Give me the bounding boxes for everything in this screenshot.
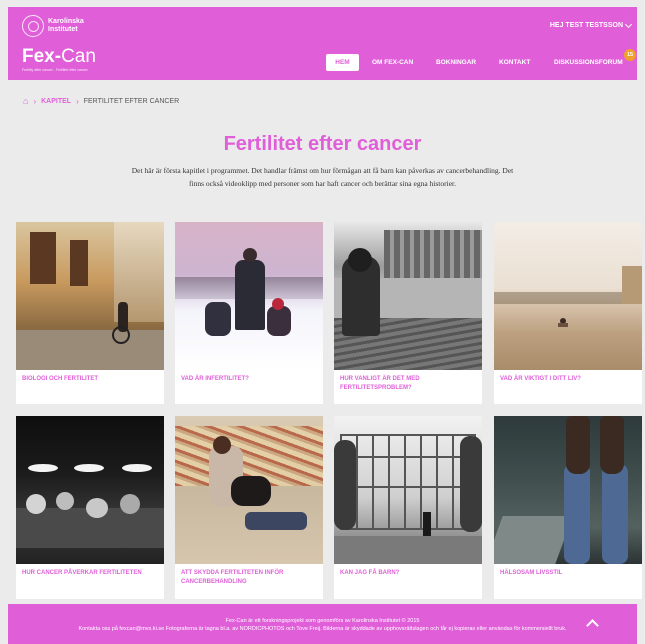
karolinska-seal-icon [22, 15, 44, 37]
chapter-card[interactable]: VAD ÄR INFERTILITET? [175, 222, 323, 404]
card-label: VAD ÄR VIKTIGT I DITT LIV? [500, 376, 581, 382]
card-label: VAD ÄR INFERTILITET? [181, 376, 249, 382]
notification-badge[interactable]: 15 [624, 49, 636, 61]
breadcrumb: ⌂ › KAPITEL › FERTILITET EFTER CANCER [23, 96, 179, 106]
nav-bokningar[interactable]: BOKNINGAR [436, 54, 476, 71]
chevron-right-icon: › [33, 96, 37, 106]
card-image [494, 222, 642, 370]
card-image [16, 222, 164, 370]
card-image [175, 222, 323, 370]
card-image [334, 222, 482, 370]
chapter-card[interactable]: BIOLOGI OCH FERTILITET [16, 222, 164, 404]
card-image [334, 416, 482, 564]
karolinska-logo[interactable]: Karolinska Institutet [22, 15, 84, 37]
chapter-card[interactable]: VAD ÄR VIKTIGT I DITT LIV? [494, 222, 642, 404]
ki-name-line2: Institutet [48, 26, 78, 33]
card-label: ATT SKYDDA FERTILITETEN INFÖR CANCERBEHA… [181, 570, 284, 585]
home-icon[interactable]: ⌂ [23, 96, 28, 106]
brand-name-bold: Fex- [22, 46, 62, 67]
card-label: HUR VANLIGT ÄR DET MED FERTILITETSPROBLE… [340, 376, 420, 391]
nav-kontakt[interactable]: KONTAKT [499, 54, 530, 71]
nav-om-fexcan[interactable]: OM FEX-CAN [372, 54, 413, 71]
breadcrumb-kapitel[interactable]: KAPITEL [41, 98, 71, 105]
site-footer: Fex-Can är ett forskningsprojekt som gen… [8, 604, 637, 644]
footer-line1: Fex-Can är ett forskningsprojekt som gen… [225, 618, 420, 624]
intro-text: Det här är första kapitlet i programmet.… [131, 166, 514, 188]
card-image [494, 416, 642, 564]
nav-hem[interactable]: HEM [326, 54, 359, 71]
chapter-card[interactable]: HUR CANCER PÅVERKAR FERTILITETEN [16, 416, 164, 599]
user-name: HEJ TEST TESTSSON [549, 22, 623, 29]
chapter-card[interactable]: KAN JAG FÅ BARN? [334, 416, 482, 599]
card-label: HÄLSOSAM LIVSSTIL [500, 570, 563, 576]
chapter-card[interactable]: ATT SKYDDA FERTILITETEN INFÖR CANCERBEHA… [175, 416, 323, 599]
fexcan-logo[interactable]: Fex-Can Fertility after cancer - Fertili… [22, 46, 96, 73]
chapter-card[interactable]: HUR VANLIGT ÄR DET MED FERTILITETSPROBLE… [334, 222, 482, 404]
page-title: Fertilitet efter cancer [223, 133, 422, 155]
breadcrumb-current: FERTILITET EFTER CANCER [83, 97, 180, 105]
card-image [175, 416, 323, 564]
card-label: HUR CANCER PÅVERKAR FERTILITETEN [22, 570, 142, 576]
footer-line2: Kontakta oss på fexcan@mvs.ki.se Fotogra… [78, 626, 567, 632]
site-header: Karolinska Institutet Fex-Can Fertility … [8, 7, 637, 80]
brand-tagline: Fertility after cancer - Fertilitet efte… [22, 68, 88, 72]
chevron-right-icon: › [76, 96, 79, 106]
card-label: BIOLOGI OCH FERTILITET [22, 376, 98, 382]
user-menu[interactable]: HEJ TEST TESTSSON [549, 20, 633, 29]
brand-name-light: Can [61, 46, 96, 67]
ki-name-line1: Karolinska [48, 18, 84, 25]
card-label: KAN JAG FÅ BARN? [340, 570, 400, 576]
chevron-down-icon [624, 20, 633, 28]
card-image [16, 416, 164, 564]
nav-diskussionsforum[interactable]: DISKUSSIONSFORUM [554, 54, 623, 71]
chapter-card[interactable]: HÄLSOSAM LIVSSTIL [494, 416, 642, 599]
